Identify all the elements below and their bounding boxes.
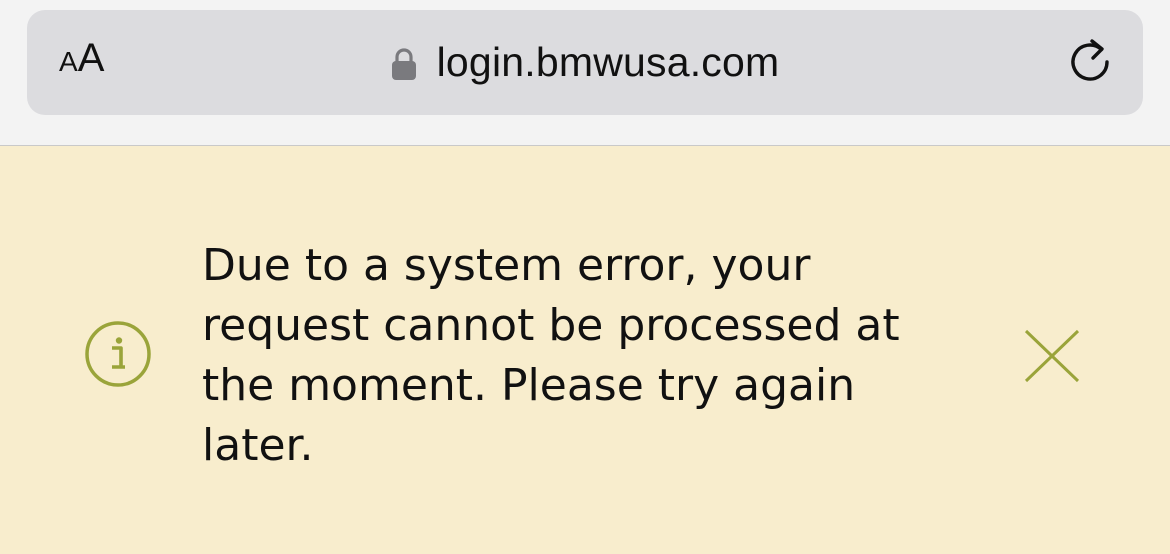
reload-icon[interactable] — [1063, 35, 1117, 89]
browser-toolbar: login.bmwusa.com A A — [0, 0, 1170, 146]
text-size-label-large: A — [77, 36, 105, 80]
address-bar[interactable]: login.bmwusa.com A A — [27, 10, 1143, 115]
close-icon[interactable] — [1022, 328, 1082, 384]
text-size-label-small: A — [59, 46, 78, 77]
info-icon — [85, 321, 151, 387]
alert-message: Due to a system error, your request cann… — [202, 240, 900, 471]
lock-icon — [391, 47, 416, 80]
url-text: login.bmwusa.com — [436, 39, 780, 85]
error-alert: Due to a system error, your request cann… — [0, 146, 1170, 554]
text-size-button[interactable]: A A — [59, 36, 104, 90]
url-display[interactable]: login.bmwusa.com — [27, 10, 1143, 115]
